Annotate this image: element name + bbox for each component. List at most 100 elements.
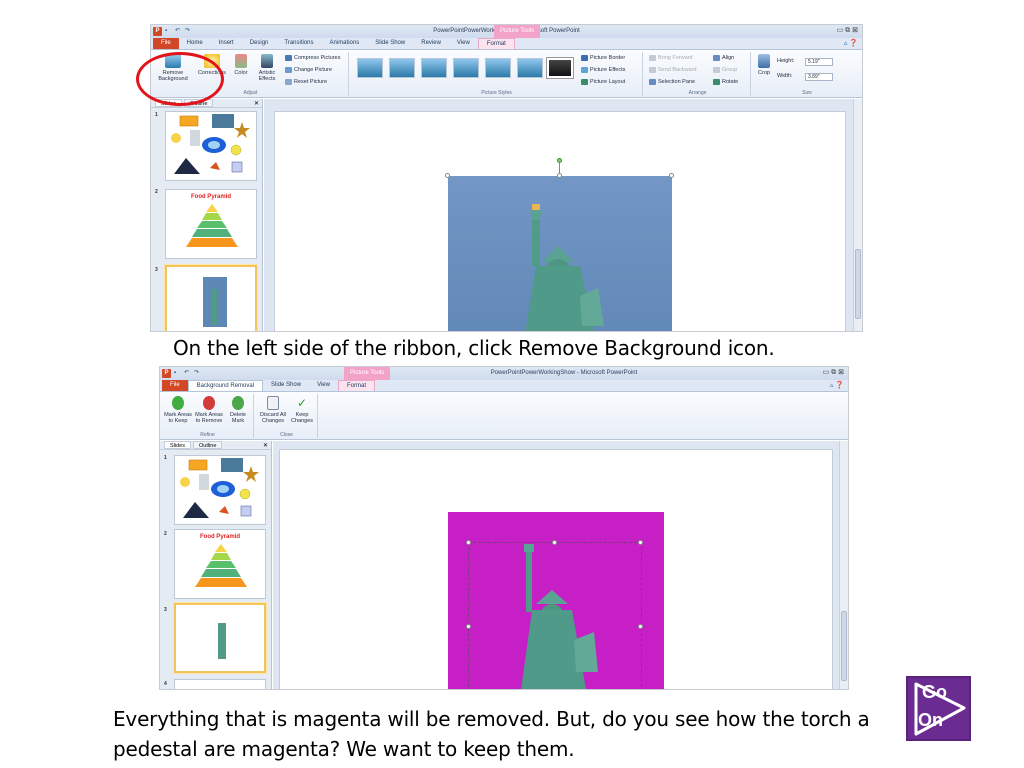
tab-slides[interactable]: Slides [164,441,191,449]
refine-group: Mark Areas to Keep Mark Areas to Remove … [162,394,254,438]
color-button[interactable]: Color [231,54,251,76]
slide-thumbnail-3[interactable] [174,603,266,673]
height-field[interactable]: 5.19" [805,58,833,66]
marquee-handle[interactable] [552,540,557,545]
picture-border-button[interactable]: Picture Border [581,55,625,61]
marquee-handle[interactable] [638,540,643,545]
close-icon[interactable]: ✕ [263,442,268,449]
marquee-handle[interactable] [466,540,471,545]
slide-thumbnail-1[interactable] [165,111,257,181]
statue-figure [218,623,226,659]
rotate-button[interactable]: Rotate [713,79,738,85]
clipart-collage [180,458,259,518]
vertical-scrollbar[interactable] [839,441,848,689]
marquee-handle[interactable] [466,624,471,629]
vertical-scrollbar[interactable] [853,99,862,331]
checkmark-icon: ✓ [296,396,308,410]
size-group-label: Size [802,90,812,96]
slide-thumbnail-4[interactable] [174,679,266,689]
go-on-button[interactable]: Go On [906,676,971,741]
save-icon[interactable]: ▪ [174,370,181,377]
on-label: On [918,710,943,730]
group-icon [713,67,720,73]
tab-file[interactable]: File [162,380,188,391]
width-label: Width: [777,73,793,79]
picture-style-1[interactable] [357,58,383,78]
tab-design[interactable]: Design [242,38,277,49]
slides-pane: Slides Outline ✕ 1 2 Food Pyramid [151,99,263,331]
tab-slide-show[interactable]: Slide Show [263,380,309,391]
resize-handle[interactable] [445,173,450,178]
picture-layout-button[interactable]: Picture Layout [581,79,625,85]
slide-thumbnail-2[interactable]: Food Pyramid [174,529,266,599]
align-button[interactable]: Align [713,55,734,61]
reset-picture-label: Reset Picture [294,79,328,85]
slide-thumbnail-2[interactable]: Food Pyramid [165,189,257,259]
tab-insert[interactable]: Insert [211,38,242,49]
selection-pane-button[interactable]: Selection Pane [649,79,695,85]
delete-mark-button[interactable]: Delete Mark [226,396,250,424]
group-button[interactable]: Group [713,67,737,73]
marquee-selection[interactable] [468,542,642,689]
tab-background-removal[interactable]: Background Removal [187,380,264,391]
mark-areas-to-remove-button[interactable]: Mark Areas to Remove [194,396,224,424]
selection-pane-icon [649,79,656,85]
redo-icon[interactable]: ↷ [194,370,201,377]
tab-format[interactable]: Format [477,38,515,49]
scrollbar-thumb[interactable] [855,249,861,319]
tab-outline[interactable]: Outline [192,441,223,449]
change-picture-icon [285,67,292,73]
marquee-handle[interactable] [638,624,643,629]
slide-canvas[interactable] [279,449,833,689]
color-label: Color [234,70,248,76]
tab-view[interactable]: View [309,380,338,391]
help-icon[interactable]: ▵ ❓ [844,38,858,49]
slide-thumbnail-1[interactable] [174,455,266,525]
slide-canvas[interactable] [274,111,846,331]
tab-view[interactable]: View [449,38,478,49]
width-field[interactable]: 3.89" [805,73,833,81]
slide-thumbnail-3[interactable] [165,265,257,331]
picture-style-4[interactable] [453,58,479,78]
tab-animations[interactable]: Animations [322,38,368,49]
close-icon[interactable]: ✕ [254,100,259,107]
resize-handle[interactable] [669,173,674,178]
ribbon-format: Remove Background Corrections Color Arti… [151,50,862,98]
discard-all-changes-button[interactable]: Discard All Changes [258,396,288,424]
statue-of-liberty-picture[interactable] [448,176,672,331]
picture-style-7[interactable] [546,57,574,79]
window-controls[interactable]: ▭ ⧉ ⊠ [837,26,858,35]
magenta-removal-area[interactable] [448,512,664,689]
picture-tools-context-tab: Picture Tools [494,25,541,38]
statue-figure [211,289,217,325]
mark-areas-to-keep-button[interactable]: Mark Areas to Keep [164,396,192,424]
picture-effects-button[interactable]: Picture Effects [581,67,625,73]
powerpoint-app-icon[interactable]: P [162,369,171,378]
picture-style-2[interactable] [389,58,415,78]
picture-style-6[interactable] [517,58,543,78]
send-backward-button[interactable]: Send Backward [649,67,697,73]
crop-button[interactable]: Crop [755,54,773,76]
tab-review[interactable]: Review [413,38,449,49]
picture-effects-icon [581,67,588,73]
bring-forward-button[interactable]: Bring Forward [649,55,693,61]
window-controls[interactable]: ▭ ⧉ ⊠ [823,368,844,377]
artistic-effects-button[interactable]: Artistic Effects [253,54,281,82]
scrollbar-thumb[interactable] [841,611,847,681]
compress-pictures-button[interactable]: Compress Pictures [285,55,340,61]
help-icon[interactable]: ▵ ❓ [830,380,844,391]
picture-style-3[interactable] [421,58,447,78]
picture-border-icon [581,55,588,61]
tab-format[interactable]: Format [337,380,375,391]
tab-home[interactable]: Home [179,38,211,49]
change-picture-button[interactable]: Change Picture [285,67,332,73]
tab-slide-show[interactable]: Slide Show [367,38,413,49]
tab-file[interactable]: File [153,38,179,49]
keep-changes-button[interactable]: ✓ Keep Changes [288,396,316,424]
ribbon-tabs: File Home Insert Design Transitions Anim… [151,38,862,50]
picture-style-5[interactable] [485,58,511,78]
instruction-caption-2: Everything that is magenta will be remov… [113,704,913,764]
reset-picture-button[interactable]: Reset Picture [285,79,327,85]
undo-icon[interactable]: ↶ [184,370,191,377]
tab-transitions[interactable]: Transitions [276,38,321,49]
